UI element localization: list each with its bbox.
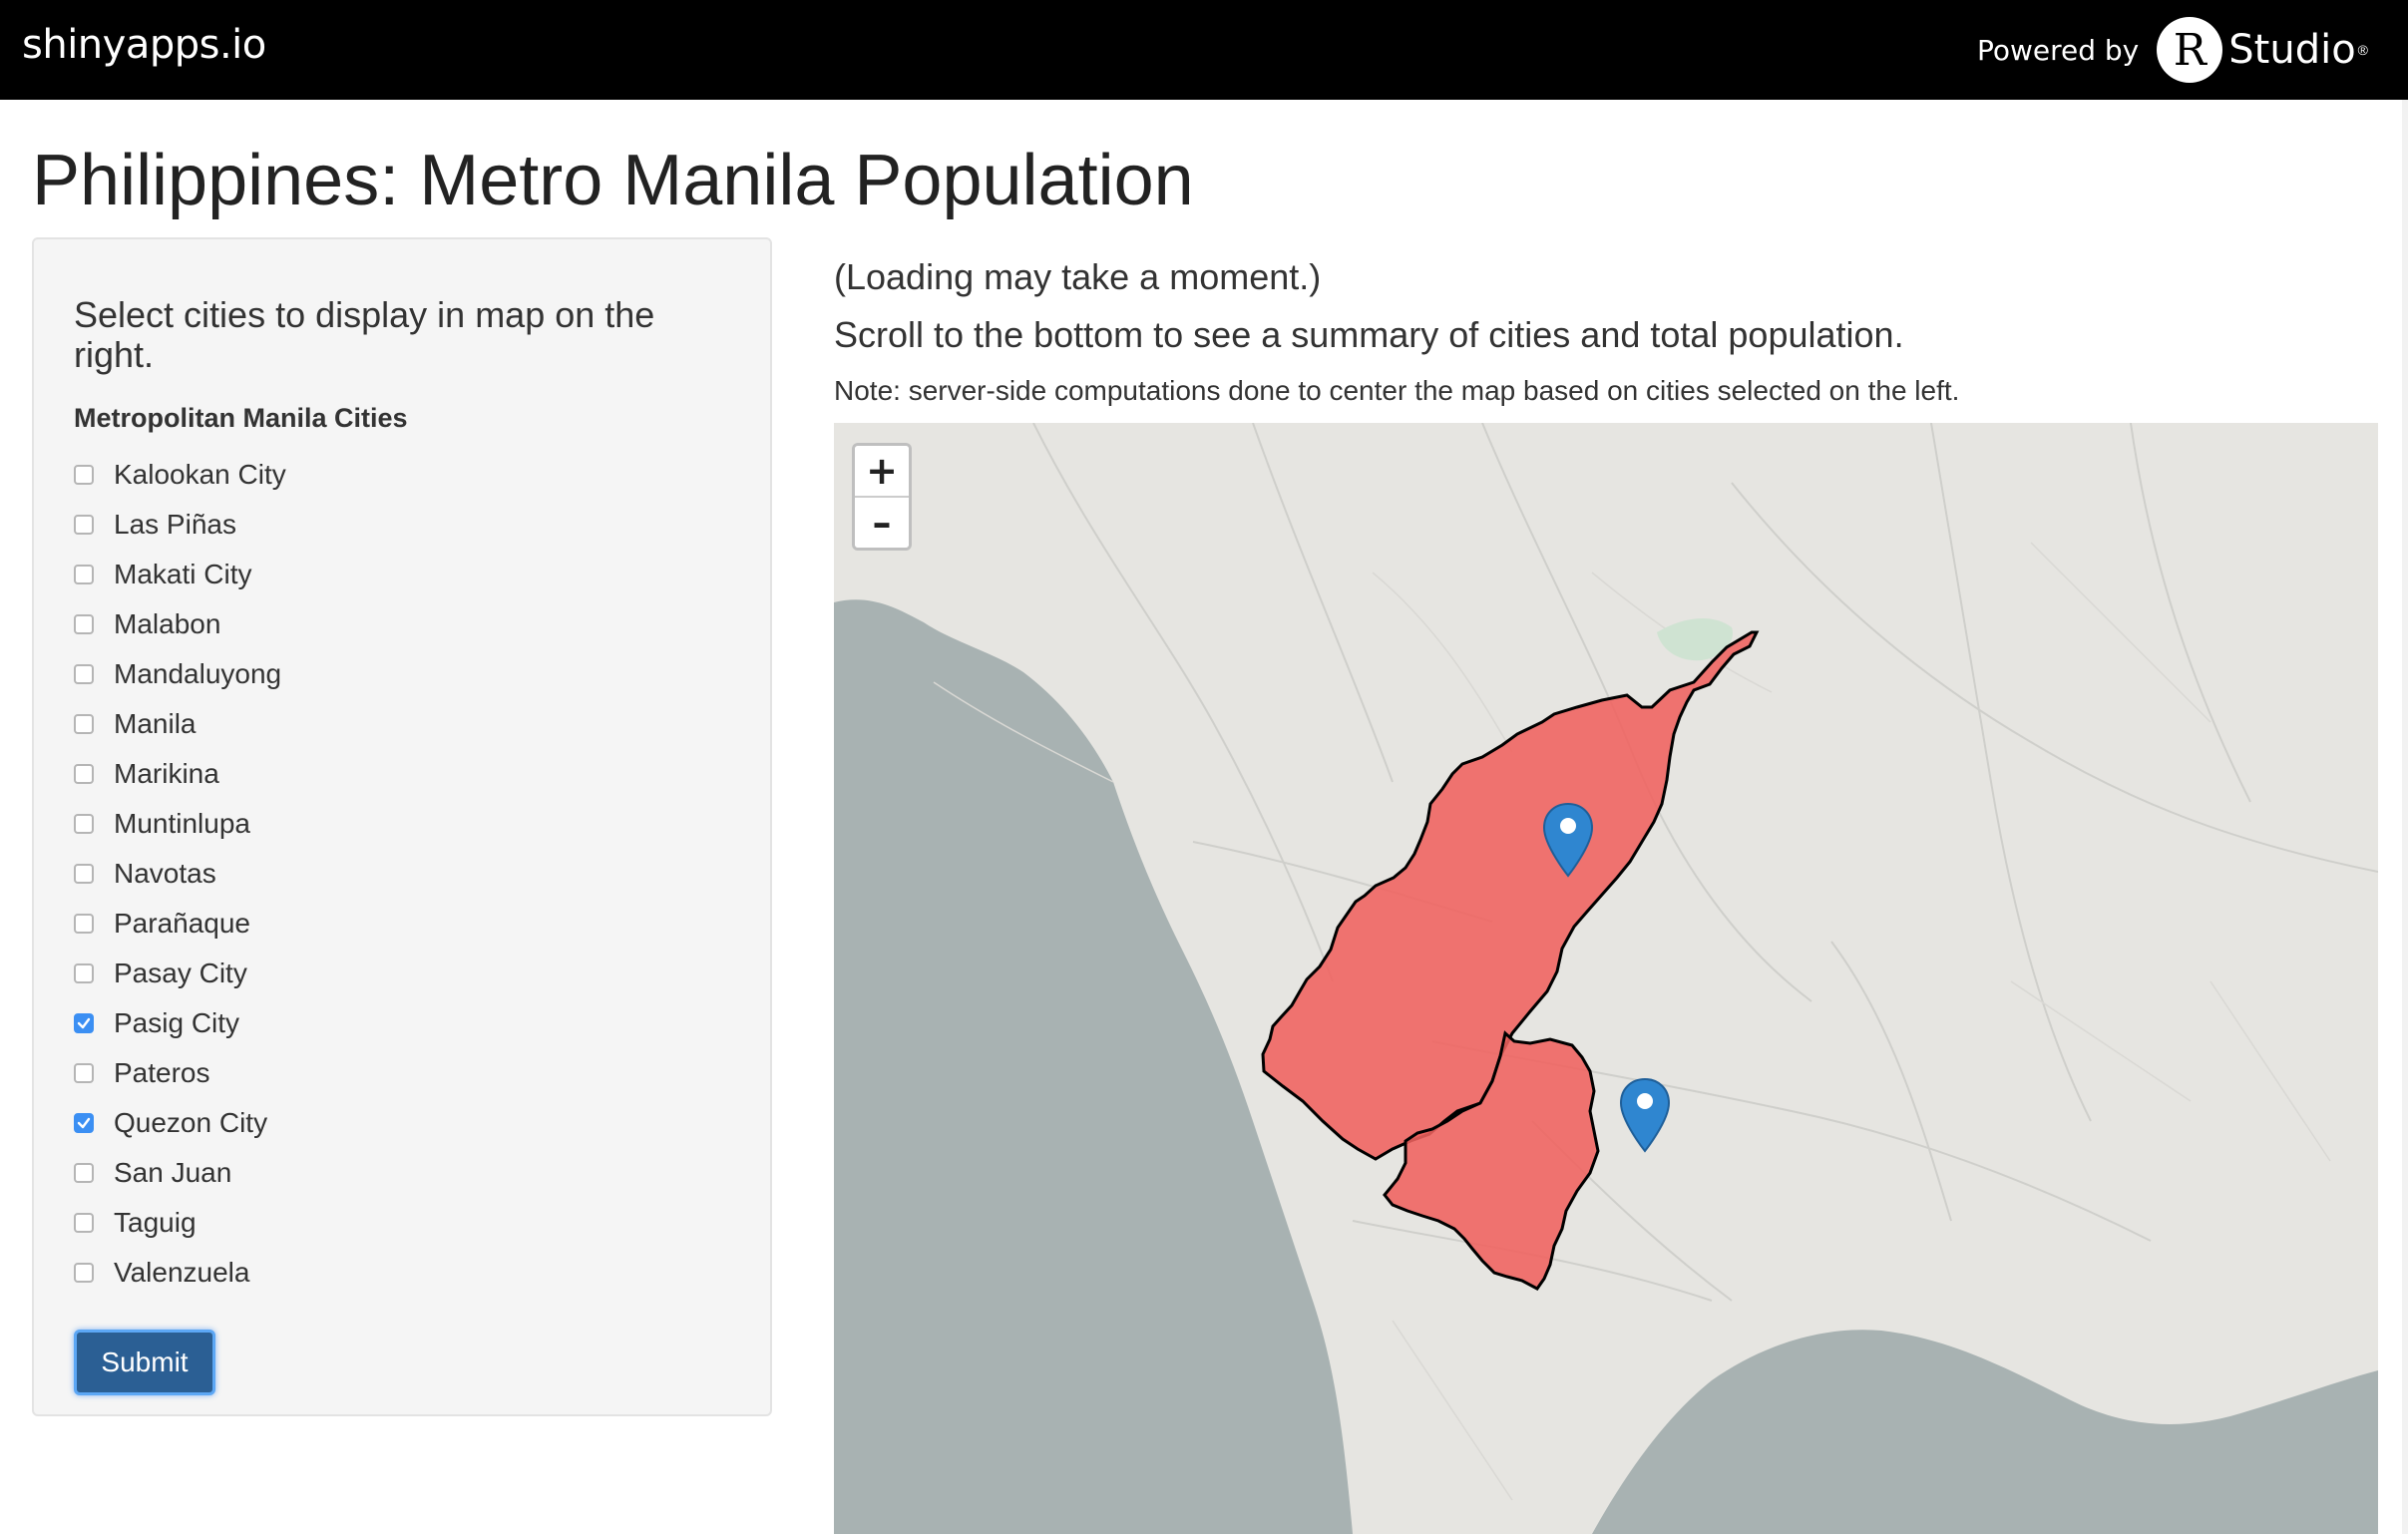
loading-note: (Loading may take a moment.)	[834, 256, 1322, 297]
checkbox-unchecked[interactable]	[74, 764, 94, 784]
checkbox-unchecked[interactable]	[74, 465, 94, 485]
studio-wordmark: Studio	[2228, 27, 2356, 73]
page-scrollbar[interactable]	[2402, 100, 2408, 1534]
city-label: Valenzuela	[114, 1257, 250, 1288]
main-panel: (Loading may take a moment.) Scroll to t…	[834, 251, 2378, 411]
checkbox-unchecked[interactable]	[74, 1163, 94, 1183]
city-label: Mandaluyong	[114, 658, 282, 689]
city-checkbox-item[interactable]: Pateros	[74, 1048, 730, 1098]
city-label: Pasig City	[114, 1007, 240, 1038]
checkbox-unchecked[interactable]	[74, 614, 94, 634]
checkbox-unchecked[interactable]	[74, 1213, 94, 1233]
sidebar-panel: Select cities to display in map on the r…	[32, 237, 772, 1416]
checkbox-unchecked[interactable]	[74, 914, 94, 934]
city-label: Marikina	[114, 758, 219, 789]
marker-pin-icon[interactable]	[1619, 1077, 1671, 1155]
server-note: Note: server-side computations done to c…	[834, 375, 1960, 406]
city-checkbox-list: Kalookan City Las Piñas Makati City Malabon…	[74, 450, 730, 1298]
powered-by-label: Powered by	[1976, 33, 2140, 67]
city-checkbox-item[interactable]: Pasig City	[74, 998, 730, 1048]
city-checkbox-item[interactable]: Taguig	[74, 1198, 730, 1248]
checkbox-unchecked[interactable]	[74, 565, 94, 584]
zoom-in-button[interactable]: +	[855, 446, 909, 496]
city-label: San Juan	[114, 1157, 232, 1188]
checkbox-unchecked[interactable]	[74, 664, 94, 684]
city-label: Muntinlupa	[114, 808, 250, 839]
city-label: Quezon City	[114, 1107, 268, 1138]
marker-pin-icon[interactable]	[1542, 802, 1594, 880]
city-label: Taguig	[114, 1207, 197, 1238]
leaflet-map[interactable]: + –	[834, 423, 2378, 1534]
registered-mark: ®	[2357, 42, 2368, 58]
city-checkbox-item[interactable]: Makati City	[74, 550, 730, 599]
city-checkbox-item[interactable]: Valenzuela	[74, 1248, 730, 1298]
city-label: Pateros	[114, 1057, 210, 1088]
sidebar-heading: Select cities to display in map on the r…	[74, 294, 655, 375]
city-checkbox-item[interactable]: Manila	[74, 699, 730, 749]
city-checkbox-item[interactable]: Muntinlupa	[74, 799, 730, 849]
checkbox-unchecked[interactable]	[74, 714, 94, 734]
checkmark-icon	[77, 1017, 91, 1029]
city-checkbox-item[interactable]: Las Piñas	[74, 500, 730, 550]
city-checkbox-item[interactable]: Mandaluyong	[74, 649, 730, 699]
r-logo-icon: R	[2157, 17, 2223, 83]
map-tiles[interactable]	[834, 423, 2378, 1534]
checkmark-icon	[77, 1117, 91, 1129]
checkbox-unchecked[interactable]	[74, 963, 94, 983]
zoom-out-button[interactable]: –	[855, 496, 909, 548]
top-navbar: shinyapps.io Powered by R Studio ®	[0, 0, 2408, 100]
city-checkbox-item[interactable]: Quezon City	[74, 1098, 730, 1148]
city-checkbox-item[interactable]: Pasay City	[74, 949, 730, 998]
city-checkbox-item[interactable]: San Juan	[74, 1148, 730, 1198]
checkbox-checked[interactable]	[74, 1013, 94, 1033]
city-label: Malabon	[114, 608, 221, 639]
city-label: Parañaque	[114, 908, 251, 939]
city-checkbox-item[interactable]: Navotas	[74, 849, 730, 899]
submit-button[interactable]: Submit	[74, 1330, 215, 1395]
city-checkbox-item[interactable]: Parañaque	[74, 899, 730, 949]
city-checkbox-item[interactable]: Marikina	[74, 749, 730, 799]
city-checkbox-item[interactable]: Kalookan City	[74, 450, 730, 500]
checkbox-unchecked[interactable]	[74, 515, 94, 535]
checkbox-unchecked[interactable]	[74, 1063, 94, 1083]
city-label: Manila	[114, 708, 197, 739]
city-label: Navotas	[114, 858, 216, 889]
checkbox-checked[interactable]	[74, 1113, 94, 1133]
checkbox-unchecked[interactable]	[74, 864, 94, 884]
checkbox-unchecked[interactable]	[74, 814, 94, 834]
city-label: Pasay City	[114, 958, 247, 988]
cities-group-label: Metropolitan Manila Cities	[74, 403, 408, 433]
scroll-note: Scroll to the bottom to see a summary of…	[834, 314, 1904, 355]
city-checkbox-item[interactable]: Malabon	[74, 599, 730, 649]
page-title: Philippines: Metro Manila Population	[32, 141, 1194, 220]
city-label: Kalookan City	[114, 459, 286, 490]
checkbox-unchecked[interactable]	[74, 1263, 94, 1283]
powered-by-rstudio[interactable]: Powered by R Studio ®	[1976, 17, 2368, 83]
zoom-control: + –	[852, 443, 912, 551]
brand-logo[interactable]: shinyapps.io	[22, 22, 266, 68]
city-label: Makati City	[114, 559, 252, 589]
city-label: Las Piñas	[114, 509, 236, 540]
